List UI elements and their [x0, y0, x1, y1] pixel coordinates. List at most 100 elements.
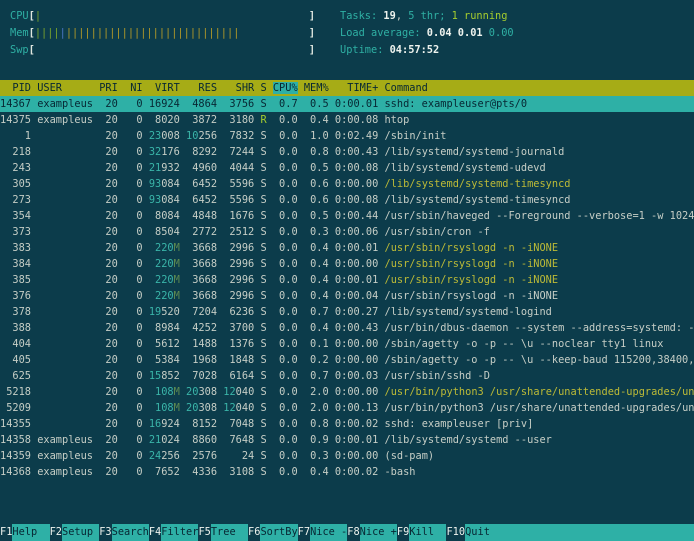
- cell-virt: 5612: [149, 338, 180, 350]
- process-row[interactable]: 388 20 0 8984 4252 3700 S 0.0 0.4 0:00.4…: [0, 320, 694, 336]
- column-header-state[interactable]: S: [260, 82, 266, 94]
- cell-virt: 220: [149, 290, 174, 302]
- cell-user: [37, 338, 93, 350]
- cell-user: exampleus: [37, 98, 93, 110]
- cell-user: exampleus: [37, 450, 93, 462]
- fkey-quit[interactable]: F10Quit: [446, 524, 502, 541]
- cell-mem: 0.5: [304, 162, 329, 174]
- column-header-res[interactable]: RES: [186, 82, 217, 94]
- process-row[interactable]: 5209 20 0 108M 20308 12040 S 0.0 2.0 0:0…: [0, 400, 694, 416]
- column-header-user[interactable]: USER: [37, 82, 93, 94]
- process-row[interactable]: 405 20 0 5384 1968 1848 S 0.0 0.2 0:00.0…: [0, 352, 694, 368]
- tasks-running: 1 running: [452, 10, 508, 22]
- process-row[interactable]: 385 20 0 220M 3668 2996 S 0.0 0.4 0:00.0…: [0, 272, 694, 288]
- cell-res: 10: [186, 130, 198, 142]
- cell-user: [37, 178, 93, 190]
- fkey-sortby[interactable]: F6SortBy: [248, 524, 298, 541]
- process-row[interactable]: 14375 exampleus 20 0 8020 3872 3180 R 0.…: [0, 112, 694, 128]
- fkey-setup[interactable]: F2Setup: [50, 524, 100, 541]
- cell-cpu: 0.0: [273, 258, 298, 270]
- process-row[interactable]: 14367 exampleus 20 0 16924 4864 3756 S 0…: [0, 96, 694, 112]
- process-row[interactable]: 14359 exampleus 20 0 24256 2576 24 S 0.0…: [0, 448, 694, 464]
- cell-state: S: [260, 258, 266, 270]
- cell-virt: 32: [149, 146, 161, 158]
- cell-res: 8860: [186, 434, 217, 446]
- process-row[interactable]: 243 20 0 21932 4960 4044 S 0.0 0.5 0:00.…: [0, 160, 694, 176]
- system-stats: Tasks: 19, 5 thr; 1 running Load average…: [340, 8, 514, 59]
- cell-mem: 0.2: [304, 354, 329, 366]
- tasks-threads: 5 thr;: [408, 10, 451, 22]
- fkey-label: Search: [112, 524, 149, 541]
- process-row[interactable]: 373 20 0 8504 2772 2512 S 0.0 0.3 0:00.0…: [0, 224, 694, 240]
- cell-virt: 16924: [149, 98, 180, 110]
- column-header-mem[interactable]: MEM%: [304, 82, 329, 94]
- process-row[interactable]: 273 20 0 93084 6452 5596 S 0.0 0.6 0:00.…: [0, 192, 694, 208]
- column-header-command[interactable]: Command: [384, 82, 694, 94]
- cell-state: S: [260, 146, 266, 158]
- cell-ni: 0: [124, 194, 143, 206]
- fkey-label: Nice -: [310, 524, 347, 541]
- cell-pid: 378: [0, 306, 31, 318]
- cell-virt: 7652: [149, 466, 180, 478]
- cell-pri: 20: [99, 114, 118, 126]
- cell-time: 0:00.01: [335, 98, 378, 110]
- cell-pid: 305: [0, 178, 31, 190]
- cell-res: 1968: [186, 354, 217, 366]
- fkey-filter[interactable]: F4Filter: [149, 524, 199, 541]
- cell-state: S: [260, 162, 266, 174]
- column-header-pri[interactable]: PRI: [99, 82, 118, 94]
- fkey-nice[interactable]: F7Nice -: [298, 524, 348, 541]
- cell-res: 4864: [186, 98, 217, 110]
- cell-shr: 2996: [223, 274, 254, 286]
- cell-pri: 20: [99, 210, 118, 222]
- cell-state: S: [260, 386, 266, 398]
- process-row[interactable]: 625 20 0 15852 7028 6164 S 0.0 0.7 0:00.…: [0, 368, 694, 384]
- cell-ni: 0: [124, 210, 143, 222]
- process-row[interactable]: 383 20 0 220M 3668 2996 S 0.0 0.4 0:00.0…: [0, 240, 694, 256]
- process-row[interactable]: 384 20 0 220M 3668 2996 S 0.0 0.4 0:00.0…: [0, 256, 694, 272]
- process-row[interactable]: 376 20 0 220M 3668 2996 S 0.0 0.4 0:00.0…: [0, 288, 694, 304]
- process-row[interactable]: 14368 exampleus 20 0 7652 4336 3108 S 0.…: [0, 464, 694, 480]
- cell-virt: 220: [149, 258, 174, 270]
- cell-user: exampleus: [37, 434, 93, 446]
- cell-time: 0:00.00: [335, 338, 378, 350]
- cell-ni: 0: [124, 322, 143, 334]
- cell-cpu: 0.0: [273, 306, 298, 318]
- process-row[interactable]: 5218 20 0 108M 20308 12040 S 0.0 2.0 0:0…: [0, 384, 694, 400]
- cell-pri: 20: [99, 370, 118, 382]
- fkey-kill[interactable]: F9Kill: [397, 524, 447, 541]
- cell-cpu: 0.0: [273, 114, 298, 126]
- fkey-nice[interactable]: F8Nice +: [347, 524, 397, 541]
- cell-shr: 040: [236, 386, 255, 398]
- fkey-help[interactable]: F1Help: [0, 524, 50, 541]
- fkey-tree[interactable]: F5Tree: [198, 524, 248, 541]
- process-row[interactable]: 14355 20 0 16924 8152 7048 S 0.0 0.8 0:0…: [0, 416, 694, 432]
- column-header-pid[interactable]: PID: [0, 82, 31, 94]
- cell-res: 8152: [186, 418, 217, 430]
- cell-ni: 0: [124, 290, 143, 302]
- cell-pri: 20: [99, 354, 118, 366]
- fkey-number: F9: [397, 524, 409, 541]
- process-row[interactable]: 354 20 0 8084 4848 1676 S 0.0 0.5 0:00.4…: [0, 208, 694, 224]
- process-row[interactable]: 404 20 0 5612 1488 1376 S 0.0 0.1 0:00.0…: [0, 336, 694, 352]
- column-header-time[interactable]: TIME+: [335, 82, 378, 94]
- cell-virt: 220: [149, 242, 174, 254]
- column-header-ni[interactable]: NI: [124, 82, 143, 94]
- column-header-cpu[interactable]: CPU%: [273, 82, 298, 94]
- process-row[interactable]: 378 20 0 19520 7204 6236 S 0.0 0.7 0:00.…: [0, 304, 694, 320]
- fkey-search[interactable]: F3Search: [99, 524, 149, 541]
- cell-res: 1488: [186, 338, 217, 350]
- process-row[interactable]: 305 20 0 93084 6452 5596 S 0.0 0.6 0:00.…: [0, 176, 694, 192]
- cell-command: sshd: exampleuser [priv]: [385, 418, 694, 430]
- process-row[interactable]: 218 20 0 32176 8292 7244 S 0.0 0.8 0:00.…: [0, 144, 694, 160]
- cell-pid: 14359: [0, 450, 31, 462]
- column-header-virt[interactable]: VIRT: [149, 82, 180, 94]
- cell-pid: 625: [0, 370, 31, 382]
- cell-mem: 0.6: [304, 194, 329, 206]
- process-row[interactable]: 1 20 0 23008 10256 7832 S 0.0 1.0 0:02.4…: [0, 128, 694, 144]
- process-row[interactable]: 14358 exampleus 20 0 21024 8860 7648 S 0…: [0, 432, 694, 448]
- cell-state: S: [260, 194, 266, 206]
- cell-res: 8292: [186, 146, 217, 158]
- column-header-shr[interactable]: SHR: [223, 82, 254, 94]
- terminal[interactable]: CPU[|] Mem[|||||||||||||||||||||||||||||…: [0, 0, 694, 541]
